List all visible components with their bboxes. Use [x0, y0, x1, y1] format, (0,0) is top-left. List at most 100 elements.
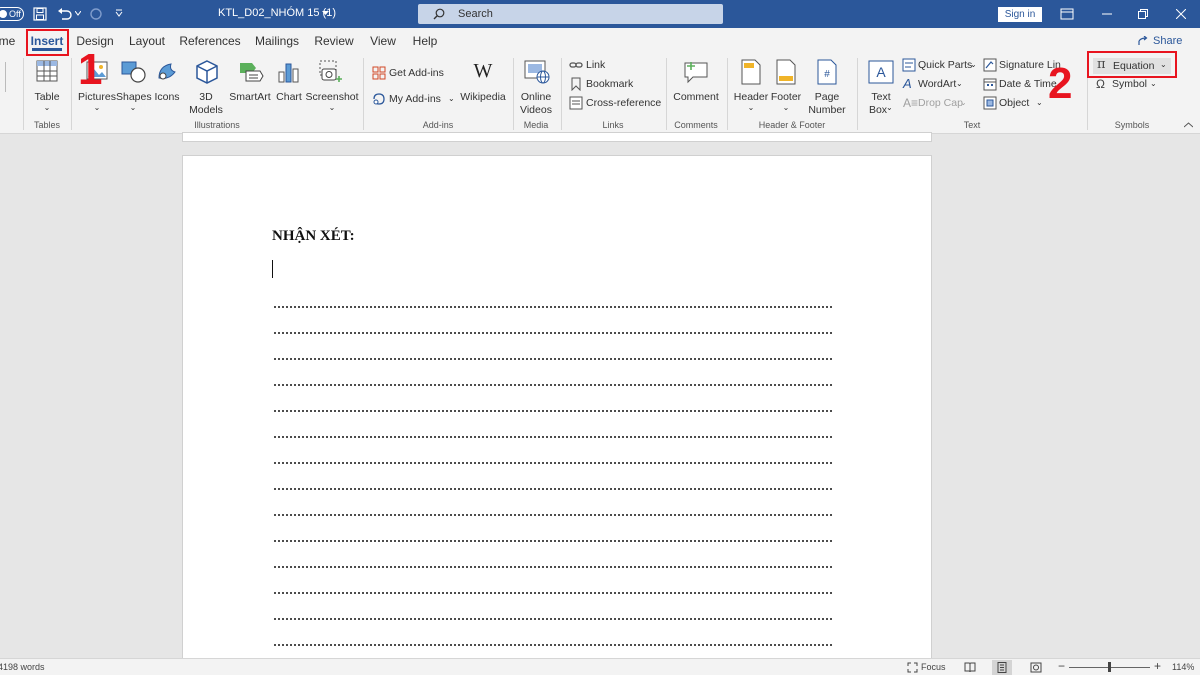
quick-parts-dropdown-icon: ⌄ [970, 60, 977, 69]
customize-qat-icon[interactable] [115, 9, 123, 17]
ribbon-separator [561, 58, 562, 130]
text-box-icon: A [868, 60, 894, 84]
media-group-label: Media [523, 120, 549, 130]
zoom-slider-thumb[interactable] [1108, 662, 1111, 672]
pages-group-edge [0, 62, 6, 92]
screenshot-button[interactable]: Screenshot ⌄ [305, 58, 359, 114]
shapes-dropdown-icon: ⌄ [129, 103, 137, 112]
dotted-line [273, 639, 833, 649]
collapse-ribbon-icon[interactable] [1184, 122, 1193, 128]
title-bar: Off KTL_D02_NHÓM 15 (1) Search Sign in [0, 0, 1200, 28]
wordart-dropdown-icon: ⌄ [956, 79, 963, 88]
web-layout-icon[interactable] [1030, 662, 1042, 673]
zoom-out-button[interactable]: − [1058, 659, 1065, 673]
share-button[interactable]: Share [1135, 33, 1187, 49]
search-icon [433, 8, 445, 20]
drop-cap-label: Drop Cap [918, 97, 963, 109]
zoom-level[interactable]: 114% [1172, 662, 1194, 672]
ribbon-display-options-icon[interactable] [1060, 8, 1074, 20]
online-videos-label-line1: Online [520, 91, 552, 103]
search-box[interactable]: Search [418, 4, 723, 24]
tab-help[interactable]: Help [408, 28, 442, 54]
dotted-line [273, 509, 833, 519]
sign-in-button[interactable]: Sign in [998, 7, 1042, 22]
autosave-toggle[interactable]: Off [0, 7, 24, 21]
3d-models-label-line2: Models [189, 104, 223, 116]
table-button[interactable]: Table ⌄ [28, 58, 66, 114]
ribbon-tabs: me Insert Design Layout References Maili… [0, 28, 1200, 54]
text-cursor [272, 260, 273, 278]
tab-view[interactable]: View [366, 28, 400, 54]
dotted-line [273, 587, 833, 597]
close-icon[interactable] [1176, 9, 1186, 19]
read-mode-icon[interactable] [964, 662, 976, 673]
document-page[interactable]: NHẬN XÉT: [182, 155, 932, 675]
smartart-icon [240, 63, 264, 82]
zoom-in-button[interactable]: + [1154, 659, 1161, 673]
tables-group-label: Tables [33, 120, 60, 130]
icons-button[interactable]: Icons [152, 58, 182, 114]
dotted-line [273, 379, 833, 389]
restore-icon[interactable] [1138, 9, 1148, 19]
comment-button[interactable]: Comment [670, 58, 722, 114]
shapes-button[interactable]: Shapes ⌄ [116, 58, 152, 114]
link-label: Link [586, 59, 606, 71]
tab-review[interactable]: Review [312, 28, 356, 54]
print-layout-button[interactable] [992, 660, 1012, 675]
drop-cap-icon: A≡ [903, 96, 919, 110]
bookmark-icon [571, 77, 581, 91]
chart-button[interactable]: Chart [273, 58, 305, 114]
wordart-icon: A [903, 76, 912, 91]
store-icon [372, 66, 386, 80]
online-videos-button[interactable]: Online Videos [516, 58, 556, 118]
redo-icon[interactable] [88, 7, 104, 21]
symbol-label: Symbol [1112, 78, 1148, 90]
header-dropdown-icon: ⌄ [747, 103, 755, 112]
comments-group-label: Comments [674, 120, 718, 130]
annotation-highlight-equation [1087, 51, 1177, 78]
annotation-step-1: 1 [78, 45, 103, 94]
undo-icon[interactable] [57, 7, 73, 21]
tab-mailings[interactable]: Mailings [252, 28, 302, 54]
shapes-icon [121, 61, 146, 83]
page-number-button[interactable]: # Page Number [804, 58, 850, 118]
tab-references[interactable]: References [178, 28, 242, 54]
addins-group-label: Add-ins [422, 120, 454, 130]
word-count[interactable]: 4198 words [0, 662, 45, 672]
ribbon-separator [857, 58, 858, 130]
footer-dropdown-icon: ⌄ [782, 103, 790, 112]
link-icon [569, 62, 583, 68]
undo-dropdown-icon[interactable] [75, 11, 81, 16]
dotted-line [273, 535, 833, 545]
document-heading: NHẬN XÉT: [272, 228, 355, 244]
tab-home[interactable]: me [0, 28, 16, 54]
icons-icon [158, 63, 176, 80]
omega-icon: Ω [1096, 77, 1105, 91]
signature-line-icon [983, 58, 997, 72]
document-canvas[interactable]: NHẬN XÉT: [0, 132, 1200, 675]
text-box-dropdown-icon: ⌄ [886, 103, 893, 112]
text-box-button[interactable]: A Text Box ⌄ [864, 58, 898, 118]
get-addins-label: Get Add-ins [389, 67, 444, 79]
symbol-dropdown-icon: ⌄ [1150, 79, 1157, 88]
save-icon[interactable] [33, 7, 47, 21]
smartart-button[interactable]: SmartArt [228, 58, 272, 114]
ribbon-separator [23, 58, 24, 130]
3d-models-button[interactable]: 3D Models [186, 58, 226, 118]
footer-icon [776, 59, 796, 85]
links-group-label: Links [602, 120, 624, 130]
tab-layout[interactable]: Layout [126, 28, 168, 54]
wikipedia-icon: W [473, 60, 493, 82]
header-button[interactable]: Header ⌄ [732, 58, 770, 114]
text-box-label-line1: Text [871, 91, 891, 103]
3d-models-label-line1: 3D [199, 91, 213, 103]
title-dropdown-icon[interactable] [322, 11, 329, 16]
chart-icon [278, 63, 299, 83]
minimize-icon[interactable] [1102, 13, 1112, 15]
dotted-line [273, 301, 833, 311]
footer-button[interactable]: Footer ⌄ [768, 58, 804, 114]
svg-text:A: A [876, 64, 886, 80]
focus-icon [907, 662, 918, 673]
online-videos-label-line2: Videos [520, 104, 552, 116]
wikipedia-button[interactable]: W Wikipedia [458, 58, 508, 114]
